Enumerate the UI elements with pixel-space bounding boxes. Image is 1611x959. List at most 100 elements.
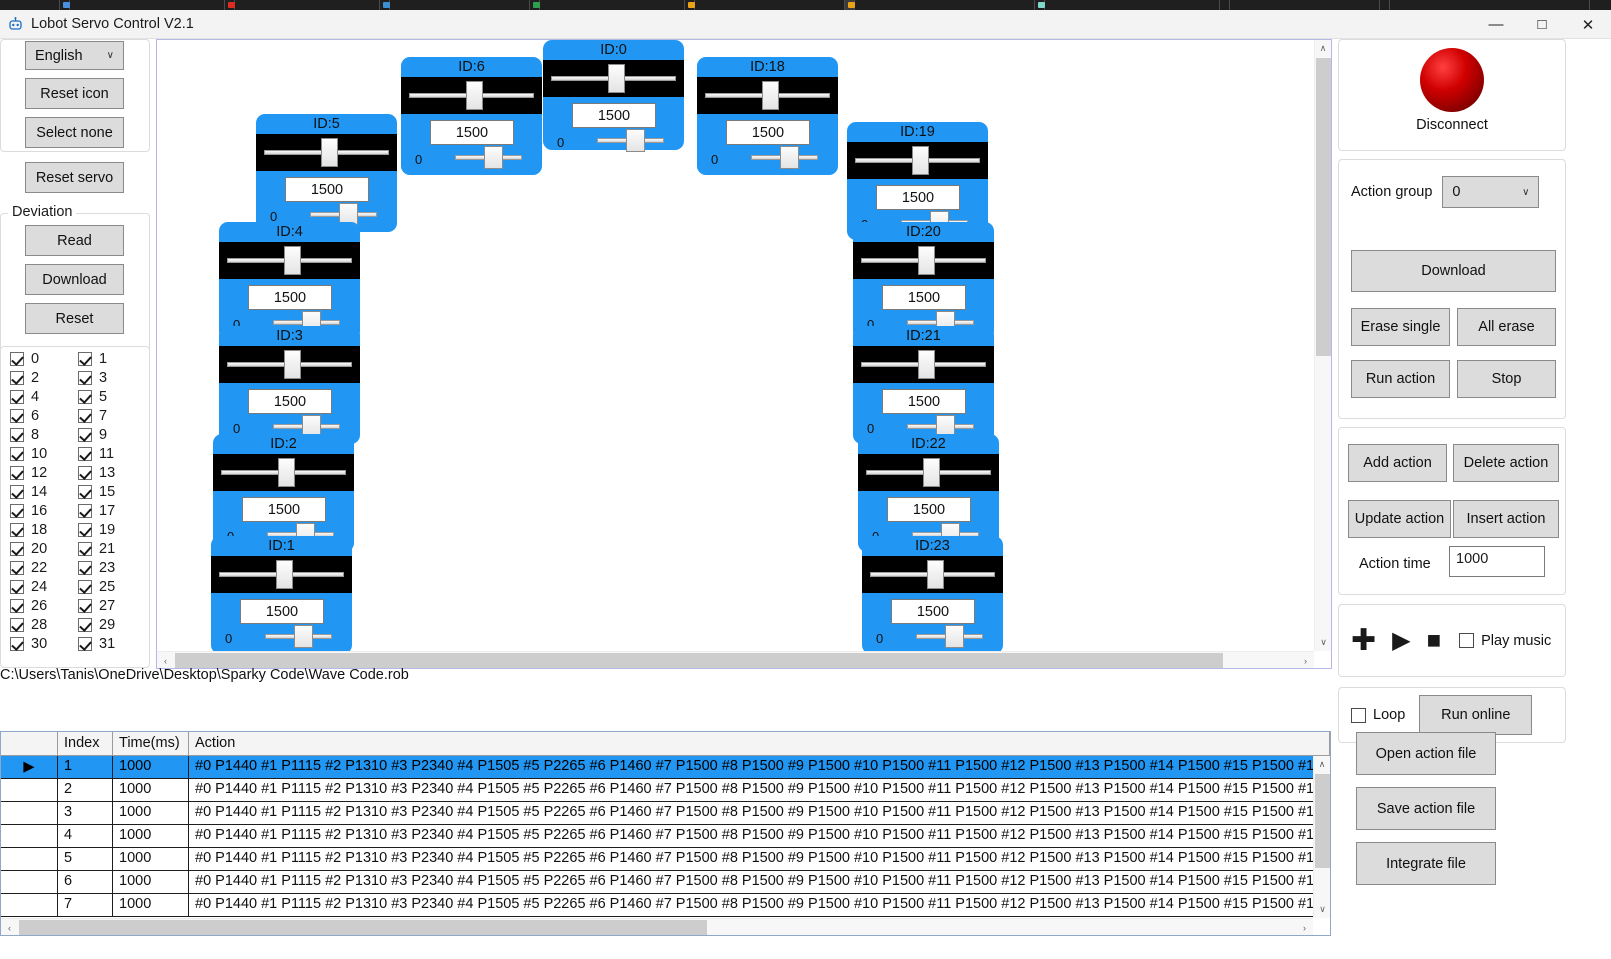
servo-slider-track[interactable] — [858, 454, 999, 491]
servo-value-input[interactable]: 1500 — [887, 497, 971, 522]
servo-slider-track[interactable] — [211, 556, 352, 593]
browser-tab[interactable] — [540, 0, 685, 10]
stop-button[interactable]: Stop — [1457, 360, 1556, 398]
servo-checkbox-31[interactable]: 31 — [78, 636, 115, 652]
grid-scroll-right-arrow-icon[interactable]: › — [1296, 919, 1313, 935]
servo-slider-thumb[interactable] — [275, 560, 293, 589]
servo-checkbox-1[interactable]: 1 — [78, 351, 107, 367]
checkbox-box[interactable] — [10, 428, 24, 442]
servo-checkbox-6[interactable]: 6 — [10, 408, 39, 424]
servo-value-input[interactable]: 1500 — [572, 103, 656, 128]
scroll-right-arrow-icon[interactable]: › — [1297, 652, 1314, 668]
checkbox-box[interactable] — [78, 599, 92, 613]
open-action-file-button[interactable]: Open action file — [1356, 732, 1496, 775]
servo-deviation-thumb[interactable] — [484, 146, 503, 169]
servo-slider-thumb[interactable] — [277, 458, 295, 487]
checkbox-box[interactable] — [78, 390, 92, 404]
servo-panel-ID-23[interactable]: ID:23 1500 0 — [862, 536, 1003, 654]
servo-slider-track[interactable] — [543, 60, 684, 97]
loop-checkbox[interactable] — [1351, 707, 1366, 723]
checkbox-box[interactable] — [78, 466, 92, 480]
servo-slider-thumb[interactable] — [917, 350, 935, 379]
servo-value-input[interactable]: 1500 — [242, 497, 326, 522]
play-music-checkbox[interactable] — [1459, 633, 1475, 648]
servo-value-input[interactable]: 1500 — [726, 120, 810, 145]
select-none-button[interactable]: Select none — [25, 117, 124, 148]
servo-slider-thumb[interactable] — [320, 138, 338, 167]
checkbox-box[interactable] — [78, 409, 92, 423]
checkbox-box[interactable] — [10, 618, 24, 632]
servo-deviation-slider[interactable] — [910, 625, 991, 648]
reset-icon-button[interactable]: Reset icon — [25, 78, 124, 109]
row-time-cell[interactable]: 1000 — [113, 825, 189, 847]
servo-panel-ID-4[interactable]: ID:4 1500 0 — [219, 222, 360, 340]
servo-checkbox-25[interactable]: 25 — [78, 579, 115, 595]
servo-panel-ID-20[interactable]: ID:20 1500 0 — [853, 222, 994, 340]
scroll-up-arrow-icon[interactable]: ∧ — [1315, 40, 1331, 57]
servo-checkbox-11[interactable]: 11 — [78, 446, 114, 462]
action-data-grid[interactable]: Index Time(ms) Action ▶ 1 1000 #0 P1440 #1 … — [0, 731, 1331, 936]
servo-slider-thumb[interactable] — [607, 64, 625, 93]
servo-checkbox-7[interactable]: 7 — [78, 408, 107, 424]
browser-tab[interactable] — [1230, 0, 1380, 10]
integrate-file-button[interactable]: Integrate file — [1356, 842, 1496, 885]
checkbox-box[interactable] — [10, 409, 24, 423]
servo-panel-ID-18[interactable]: ID:18 1500 0 — [697, 57, 838, 175]
servo-checkbox-10[interactable]: 10 — [10, 446, 47, 462]
close-button[interactable]: ✕ — [1565, 10, 1611, 39]
checkbox-box[interactable] — [78, 637, 92, 651]
servo-slider-track[interactable] — [853, 242, 994, 279]
servo-slider-track[interactable] — [256, 134, 397, 171]
servo-panel-ID-3[interactable]: ID:3 1500 0 — [219, 326, 360, 444]
servo-checkbox-28[interactable]: 28 — [10, 617, 47, 633]
canvas-vertical-scrollbar[interactable]: ∧ ∨ — [1314, 40, 1331, 651]
table-row[interactable]: 4 1000 #0 P1440 #1 P1115 #2 P1310 #3 P2340… — [1, 825, 1330, 848]
servo-value-input[interactable]: 1500 — [240, 599, 324, 624]
checkbox-box[interactable] — [10, 637, 24, 651]
servo-deviation-slider[interactable] — [259, 625, 340, 648]
language-select[interactable]: English ∨ — [25, 41, 124, 70]
servo-slider-thumb[interactable] — [761, 81, 779, 110]
row-time-cell[interactable]: 1000 — [113, 779, 189, 801]
servo-checkbox-18[interactable]: 18 — [10, 522, 47, 538]
servo-checkbox-4[interactable]: 4 — [10, 389, 39, 405]
reset-servo-button[interactable]: Reset servo — [25, 162, 124, 193]
deviation-read-button[interactable]: Read — [25, 225, 124, 256]
table-row[interactable]: 3 1000 #0 P1440 #1 P1115 #2 P1310 #3 P2340… — [1, 802, 1330, 825]
servo-checkbox-16[interactable]: 16 — [10, 503, 47, 519]
row-action-cell[interactable]: #0 P1440 #1 P1115 #2 P1310 #3 P2340 #4 P… — [189, 779, 1330, 801]
servo-slider-thumb[interactable] — [917, 246, 935, 275]
download-button[interactable]: Download — [1351, 250, 1556, 292]
servo-checkbox-2[interactable]: 2 — [10, 370, 39, 386]
servo-checkbox-8[interactable]: 8 — [10, 427, 39, 443]
grid-horizontal-scrollbar[interactable]: ‹ › — [1, 918, 1313, 935]
row-time-cell[interactable]: 1000 — [113, 894, 189, 916]
grid-hscroll-thumb[interactable] — [19, 920, 707, 935]
grid-vertical-scrollbar[interactable]: ∧ ∨ — [1313, 756, 1330, 918]
servo-checkbox-21[interactable]: 21 — [78, 541, 115, 557]
servo-value-input[interactable]: 1500 — [430, 120, 514, 145]
servo-panel-ID-22[interactable]: ID:2215000 — [858, 434, 999, 552]
servo-value-input[interactable]: 1500 — [248, 285, 332, 310]
insert-action-button[interactable]: Insert action — [1453, 500, 1559, 538]
checkbox-box[interactable] — [10, 371, 24, 385]
checkbox-box[interactable] — [78, 428, 92, 442]
row-time-cell[interactable]: 1000 — [113, 756, 189, 778]
deviation-reset-button[interactable]: Reset — [25, 303, 124, 334]
checkbox-box[interactable] — [78, 352, 92, 366]
servo-slider-thumb[interactable] — [922, 458, 940, 487]
browser-tab[interactable] — [1380, 0, 1390, 10]
grid-scroll-left-arrow-icon[interactable]: ‹ — [1, 919, 18, 935]
table-row[interactable]: 2 1000 #0 P1440 #1 P1115 #2 P1310 #3 P2340… — [1, 779, 1330, 802]
canvas-vscroll-thumb[interactable] — [1316, 58, 1331, 356]
checkbox-box[interactable] — [78, 447, 92, 461]
servo-slider-track[interactable] — [213, 454, 354, 491]
servo-slider-track[interactable] — [219, 346, 360, 383]
checkbox-box[interactable] — [78, 523, 92, 537]
servo-checkbox-5[interactable]: 5 — [78, 389, 107, 405]
servo-panel-ID-0[interactable]: ID:0 1500 0 — [543, 40, 684, 152]
checkbox-box[interactable] — [10, 542, 24, 556]
grid-vscroll-thumb[interactable] — [1315, 774, 1330, 868]
checkbox-box[interactable] — [10, 447, 24, 461]
browser-tab[interactable] — [70, 0, 225, 10]
